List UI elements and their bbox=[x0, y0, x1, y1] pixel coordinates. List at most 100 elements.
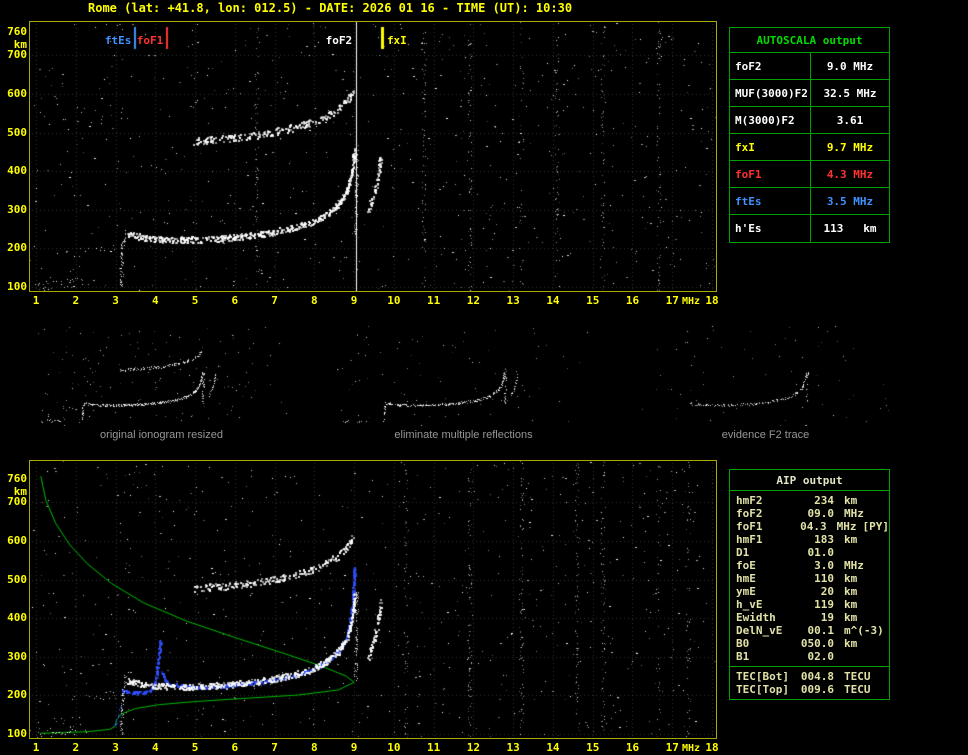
aip-row-value: 19 bbox=[820, 611, 834, 624]
aip-row-value: 009.6 bbox=[800, 683, 834, 696]
aip-row-unit: km bbox=[844, 637, 858, 650]
aip-row-name: foE bbox=[736, 559, 756, 572]
x-tick-label: 3 bbox=[112, 741, 119, 754]
aip-row-name: TEC[Bot] bbox=[736, 670, 789, 683]
aip-row-unit: km bbox=[844, 533, 858, 546]
x-tick-label: 16 bbox=[625, 741, 640, 754]
aip-row-value: 00.1 bbox=[807, 624, 835, 637]
x-tick-label: 9 bbox=[350, 741, 358, 754]
aip-row-name: h_vE bbox=[736, 598, 763, 611]
x-tick-label: 10 bbox=[387, 294, 401, 307]
aip-row-unit: TECU bbox=[844, 683, 871, 696]
autoscala-row-label: foF1 bbox=[730, 161, 811, 187]
x-tick-label: 7 bbox=[271, 741, 278, 754]
bottom-ionogram-panel bbox=[29, 460, 717, 739]
x-tick-label: 18 bbox=[705, 741, 719, 754]
aip-row-foE: foE 3.0 MHz bbox=[730, 559, 889, 572]
y-tick-label: 200 bbox=[7, 241, 27, 255]
autoscala-row-fxI: fxI 9.7 MHz bbox=[730, 134, 889, 161]
x-tick-label: 10 bbox=[387, 741, 401, 754]
x-tick-label: 4 bbox=[151, 741, 159, 754]
aip-row-name: hmF2 bbox=[736, 494, 763, 507]
y-tick-label: 500 bbox=[7, 125, 27, 139]
autoscala-row-label: M(3000)F2 bbox=[730, 107, 811, 133]
aip-row-unit: km bbox=[844, 572, 858, 585]
aip-row-B0: B0 050.0 km bbox=[730, 637, 889, 650]
x-tick-label: 14 bbox=[546, 741, 560, 754]
thumbnail-caption-eliminate: eliminate multiple reflections bbox=[394, 429, 533, 441]
marker-label-foF2: foF2 bbox=[325, 34, 353, 47]
aip-row-ymE: ymE 20 km bbox=[730, 585, 889, 598]
aip-row-hmE: hmE 110 km bbox=[730, 572, 889, 585]
x-tick-label: 15 bbox=[586, 741, 600, 754]
thumbnail-eliminate-reflections-canvas bbox=[337, 325, 590, 426]
autoscala-row-label: fxI bbox=[730, 134, 811, 160]
autoscala-row-ftEs: ftEs 3.5 MHz bbox=[730, 188, 889, 215]
aip-row-name: foF2 bbox=[736, 507, 763, 520]
aip-row-value: 004.8 bbox=[800, 670, 834, 683]
autoscala-row-MUF(3000)F2: MUF(3000)F2 32.5 MHz bbox=[730, 80, 889, 107]
top-ionogram-panel: ftEs foF1 foF2 fxI bbox=[29, 21, 717, 292]
x-tick-label: 1 bbox=[32, 294, 40, 307]
x-tick-label: 16 bbox=[625, 294, 640, 307]
y-axis-unit-label: km bbox=[13, 485, 27, 499]
x-axis-unit-label: MHz bbox=[682, 743, 701, 754]
x-tick-label: 5 bbox=[191, 741, 199, 754]
x-tick-label: 11 bbox=[427, 741, 441, 754]
x-tick-label: 7 bbox=[271, 294, 278, 307]
x-tick-label: 6 bbox=[231, 741, 239, 754]
aip-row-value: 02.0 bbox=[807, 650, 835, 663]
aip-row-value: 01.0 bbox=[807, 546, 835, 559]
x-tick-label: 13 bbox=[506, 294, 520, 307]
aip-row-foF2: foF2 09.0 MHz bbox=[730, 507, 889, 520]
aip-table-tec-rows: TEC[Bot] 004.8 TECU TEC[Top] 009.6 TECU bbox=[730, 666, 889, 699]
autoscala-row-label: MUF(3000)F2 bbox=[730, 80, 811, 106]
x-tick-label: 2 bbox=[72, 741, 80, 754]
marker-label-ftEs: ftEs bbox=[104, 34, 132, 47]
aip-row-foF1: foF1 04.3 MHz [PY] bbox=[730, 520, 889, 533]
aip-row-name: hmF1 bbox=[736, 533, 763, 546]
autoscala-table-rows: foF2 9.0 MHz MUF(3000)F2 32.5 MHz M(3000)F2 3… bbox=[730, 53, 889, 242]
aip-row-h_vE: h_vE 119 km bbox=[730, 598, 889, 611]
x-tick-label: 12 bbox=[466, 294, 481, 307]
aip-row-name: TEC[Top] bbox=[736, 683, 789, 696]
aip-output-table: AIP output hmF2 234 km foF2 09.0 MHz foF1 04.3 M… bbox=[729, 469, 890, 700]
autoscala-row-value: 32.5 MHz bbox=[823, 86, 877, 100]
aip-row-name: Ewidth bbox=[736, 611, 776, 624]
autoscala-row-value: 9.0 MHz bbox=[826, 59, 874, 73]
aip-row-unit: km bbox=[844, 585, 858, 598]
x-tick-label: 15 bbox=[586, 294, 600, 307]
x-tick-label: 11 bbox=[427, 294, 441, 307]
autoscala-row-label: foF2 bbox=[730, 53, 811, 79]
x-tick-label: 2 bbox=[72, 294, 80, 307]
aip-row-name: foF1 bbox=[736, 520, 763, 533]
aip-row-unit: MHz bbox=[836, 520, 857, 533]
aip-row-value: 3.0 bbox=[814, 559, 834, 572]
aip-row-name: B0 bbox=[736, 637, 750, 650]
y-tick-label: 760 bbox=[7, 25, 27, 39]
y-tick-label: 100 bbox=[7, 727, 27, 740]
aip-row-TEC[Bot]: TEC[Bot] 004.8 TECU bbox=[730, 670, 889, 683]
x-tick-label: 3 bbox=[112, 294, 119, 307]
y-tick-label: 500 bbox=[7, 572, 27, 586]
x-tick-label: 13 bbox=[506, 741, 520, 754]
aip-row-unit: km bbox=[844, 611, 858, 624]
autoscala-row-value: 4.3 MHz bbox=[826, 167, 874, 181]
autoscala-app-screen: { "title": "Rome (lat: +41.8, lon: 012.5… bbox=[0, 0, 968, 755]
aip-row-unit: MHz bbox=[844, 559, 864, 572]
aip-row-value: 050.0 bbox=[800, 637, 834, 650]
x-axis-unit-label: MHz bbox=[682, 296, 701, 307]
x-tick-label: 9 bbox=[350, 294, 358, 307]
aip-row-value: 110 bbox=[814, 572, 834, 585]
autoscala-row-value: 113 km bbox=[823, 222, 877, 235]
y-tick-label: 600 bbox=[7, 534, 27, 547]
aip-row-value: 119 bbox=[814, 598, 834, 611]
y-tick-label: 100 bbox=[7, 280, 27, 293]
autoscala-row-label: h'Es bbox=[730, 215, 811, 242]
aip-row-TEC[Top]: TEC[Top] 009.6 TECU bbox=[730, 683, 889, 696]
aip-row-value: 20 bbox=[820, 585, 834, 598]
aip-row-unit: km bbox=[844, 494, 858, 507]
aip-row-D1: D1 01.0 bbox=[730, 546, 889, 559]
aip-row-name: B1 bbox=[736, 650, 750, 663]
aip-row-name: hmE bbox=[736, 572, 756, 585]
